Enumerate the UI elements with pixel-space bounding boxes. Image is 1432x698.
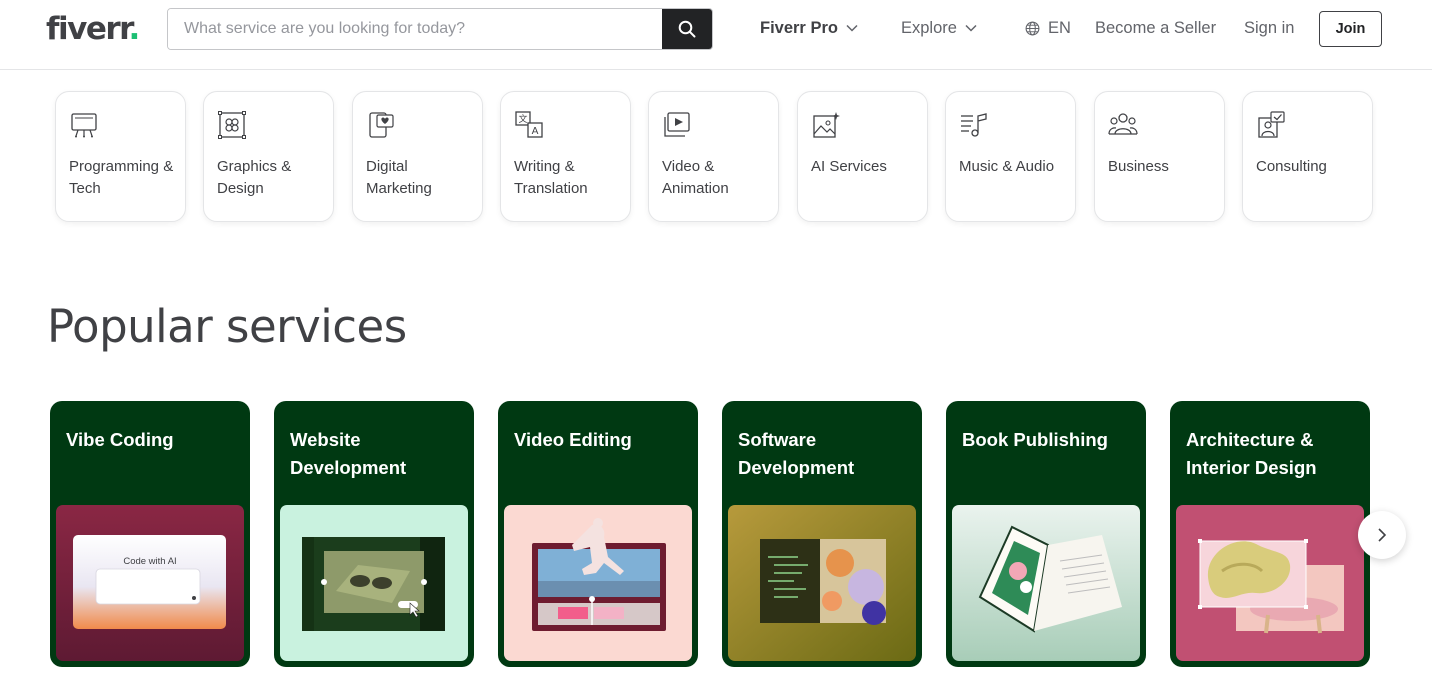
service-card-video-editing[interactable]: Video Editing <box>498 401 698 667</box>
join-button[interactable]: Join <box>1319 11 1382 47</box>
svg-text:A: A <box>532 126 539 137</box>
service-title: Video Editing <box>514 429 632 450</box>
service-card-website-development[interactable]: Website Development <box>274 401 474 667</box>
chevron-down-icon <box>965 24 977 32</box>
search-icon <box>678 20 696 38</box>
carousel-next-button[interactable] <box>1358 511 1406 559</box>
category-video-animation[interactable]: Video & Animation <box>648 91 779 222</box>
explore-menu[interactable]: Explore <box>901 0 977 56</box>
service-card-vibe-coding[interactable]: Vibe Coding Code with AI <box>50 401 250 667</box>
sign-in-link[interactable]: Sign in <box>1244 0 1294 56</box>
phone-heart-icon <box>369 112 394 138</box>
category-label: Video & Animation <box>662 158 729 197</box>
chevron-down-icon <box>846 24 858 32</box>
category-writing-translation[interactable]: 文A Writing & Translation <box>500 91 631 222</box>
category-label: Graphics & Design <box>217 158 292 197</box>
search-bar <box>167 8 713 50</box>
search-button[interactable] <box>662 9 712 49</box>
category-digital-marketing[interactable]: Digital Marketing <box>352 91 483 222</box>
category-label: Music & Audio <box>959 158 1055 175</box>
ai-image-icon <box>813 112 840 138</box>
service-image <box>504 505 692 661</box>
category-label: AI Services <box>811 158 887 175</box>
section-title: Popular services <box>47 300 407 353</box>
video-play-icon <box>664 112 690 137</box>
service-image: Code with AI <box>56 505 244 661</box>
top-header: fiverr. Fiverr Pro Explore EN Become a S… <box>0 0 1432 70</box>
translate-icon: 文A <box>515 111 543 138</box>
service-card-book-publishing[interactable]: Book Publishing <box>946 401 1146 667</box>
service-image <box>952 505 1140 661</box>
category-ai-services[interactable]: AI Services <box>797 91 928 222</box>
fiverr-pro-menu[interactable]: Fiverr Pro <box>760 0 858 56</box>
code-with-ai-text: Code with AI <box>123 556 177 567</box>
service-title: Architecture & Interior Design <box>1186 429 1317 478</box>
category-consulting[interactable]: Consulting <box>1242 91 1373 222</box>
category-graphics-design[interactable]: Graphics & Design <box>203 91 334 222</box>
people-icon <box>1108 113 1138 135</box>
service-title: Vibe Coding <box>66 429 174 450</box>
service-image <box>728 505 916 661</box>
category-label: Consulting <box>1256 158 1327 175</box>
service-card-architecture-interior[interactable]: Architecture & Interior Design <box>1170 401 1370 667</box>
service-image <box>280 505 468 661</box>
language-selector[interactable]: EN <box>1025 0 1071 56</box>
category-label: Business <box>1108 158 1169 175</box>
category-label: Writing & Translation <box>514 158 588 197</box>
service-title: Website Development <box>290 429 407 478</box>
design-frame-icon <box>218 111 246 139</box>
chevron-right-icon <box>1378 528 1387 542</box>
service-title: Book Publishing <box>962 429 1108 450</box>
music-note-icon <box>961 113 987 137</box>
globe-icon <box>1025 21 1040 36</box>
service-image <box>1176 505 1364 661</box>
service-card-software-development[interactable]: Software Development <box>722 401 922 667</box>
svg-text:文: 文 <box>518 113 527 125</box>
service-title: Software Development <box>738 429 855 478</box>
fiverr-logo[interactable]: fiverr. <box>46 11 140 47</box>
monitor-icon <box>71 113 97 138</box>
category-music-audio[interactable]: Music & Audio <box>945 91 1076 222</box>
category-business[interactable]: Business <box>1094 91 1225 222</box>
become-seller-link[interactable]: Become a Seller <box>1095 0 1216 56</box>
category-label: Digital Marketing <box>366 158 432 197</box>
search-input[interactable] <box>168 9 662 49</box>
category-label: Programming & Tech <box>69 158 174 197</box>
category-programming-tech[interactable]: Programming & Tech <box>55 91 186 222</box>
consulting-icon <box>1258 111 1285 138</box>
